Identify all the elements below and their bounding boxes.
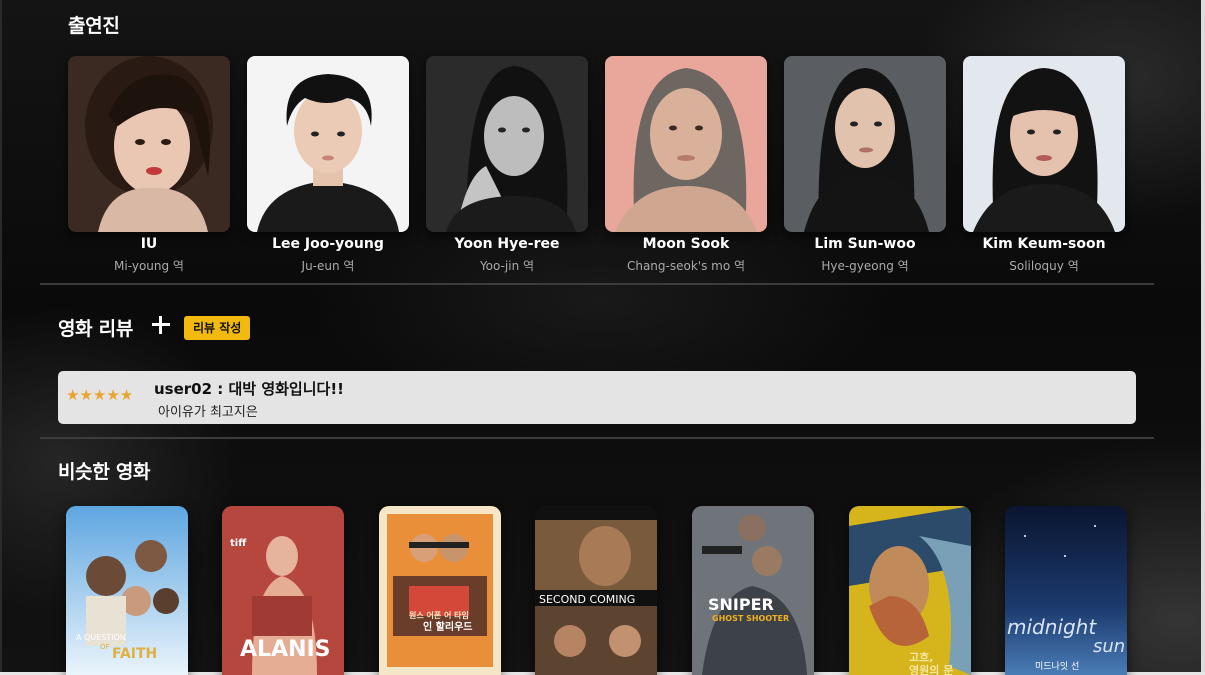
review-title: user02 : 대박 영화입니다!! [154,380,344,398]
cast-role: Soliloquy 역 [1009,259,1079,273]
cast-role: Hye-gyeong 역 [821,259,909,273]
poster-title-line: 인 할리우드 [423,620,472,633]
section-divider [40,283,1154,285]
review-item[interactable]: ★★★★★ user02 : 대박 영화입니다!! 아이유가 최고지은 [58,371,1136,424]
cast-photo[interactable] [247,56,409,232]
poster-title-line: SNIPER [708,595,774,614]
poster-title-line: 영원의 문 [909,663,953,675]
poster-title-line: midnight [1007,615,1097,639]
movie-poster[interactable]: SECOND COMING [535,506,657,675]
movie-poster[interactable]: 원스 어폰 어 타임 인 할리우드 [379,506,501,675]
cast-role: Yoo-jin 역 [479,259,535,273]
tiff-badge: tiff [230,538,247,549]
cast-name: Lim Sun-woo [814,236,916,252]
poster-title-line: sun [1093,636,1125,657]
movie-poster[interactable]: midnight sun 미드나잇 선 [1005,506,1127,675]
write-review-button[interactable]: 리뷰 작성 [184,316,251,340]
poster-title-line: 고흐, [909,650,933,664]
movie-poster[interactable]: tiff ALANIS [222,506,344,675]
review-section-title: 영화 리뷰 [58,318,134,340]
similar-section-title: 비슷한 영화 [58,461,151,483]
movie-poster[interactable]: 고흐, 영원의 문 [849,506,971,675]
poster-title-line: 미드나잇 선 [1035,660,1079,672]
cast-card[interactable]: Lim Sun-woo Hye-gyeong 역 [784,56,946,274]
poster-title-line: SECOND COMING [539,593,635,606]
cast-section-title: 출연진 [68,15,120,37]
movie-poster[interactable]: SNIPER GHOST SHOOTER [692,506,814,675]
cast-card[interactable]: Moon Sook Chang-seok's mo 역 [605,56,767,274]
cast-role: Mi-young 역 [114,259,184,273]
cast-name: Lee Joo-young [272,236,384,252]
star-rating: ★★★★★ [66,386,134,404]
cast-card[interactable]: Kim Keum-soon Soliloquy 역 [963,56,1125,274]
cast-role: Ju-eun 역 [301,259,355,273]
review-body: 아이유가 최고지은 [158,405,258,420]
plus-icon[interactable] [150,314,172,336]
cast-photo[interactable] [605,56,767,232]
cast-role: Chang-seok's mo 역 [626,259,746,273]
poster-title-line: ALANIS [240,637,331,662]
cast-photo[interactable] [68,56,230,232]
poster-title-line: GHOST SHOOTER [712,614,789,623]
cast-card[interactable]: Yoon Hye-ree Yoo-jin 역 [426,56,588,274]
cast-name: Moon Sook [642,236,730,252]
cast-name: IU [140,236,158,252]
poster-title-line: 원스 어폰 어 타임 [409,610,469,620]
scrollbar[interactable] [1201,0,1205,675]
poster-title-line: A QUESTION [76,633,126,642]
section-divider [40,437,1154,439]
cast-photo[interactable] [426,56,588,232]
cast-name: Yoon Hye-ree [454,236,560,252]
poster-title-line: FAITH [112,646,157,662]
cast-photo[interactable] [784,56,946,232]
movie-poster[interactable]: A QUESTION OF FAITH [66,506,188,675]
cast-card[interactable]: Lee Joo-young Ju-eun 역 [247,56,409,274]
frame-left-edge [0,0,2,675]
cast-card[interactable]: IU Mi-young 역 [68,56,230,274]
cast-name: Kim Keum-soon [982,236,1106,252]
poster-title-line: OF [100,643,110,651]
cast-photo[interactable] [963,56,1125,232]
